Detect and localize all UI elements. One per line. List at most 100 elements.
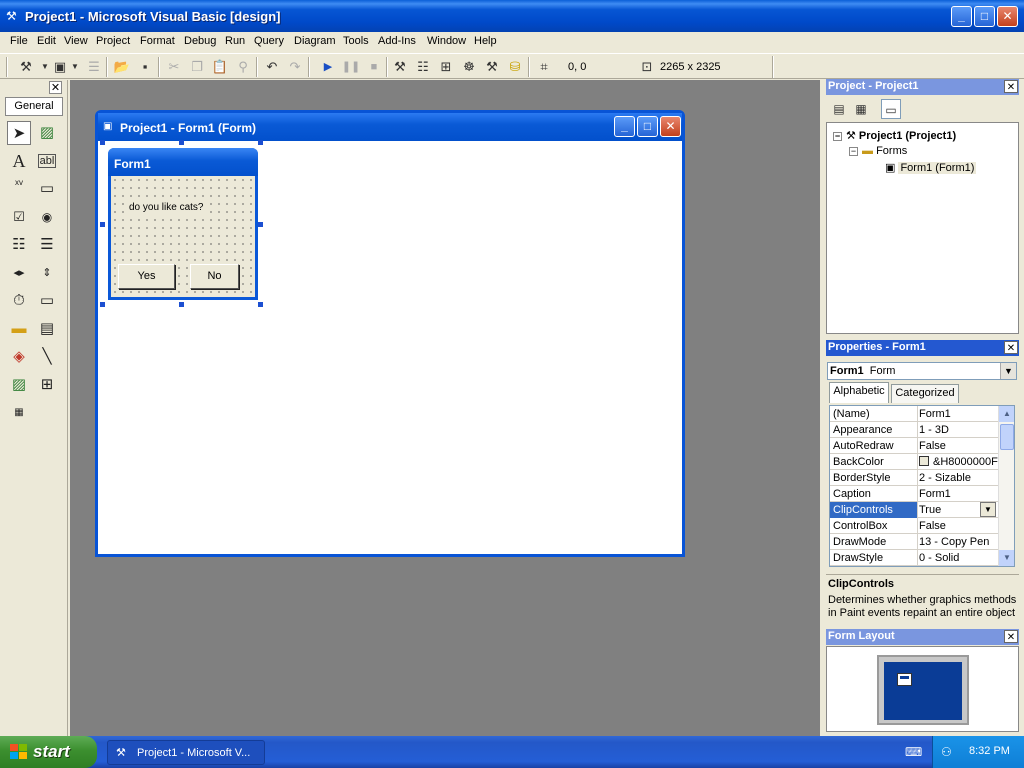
resize-handle[interactable] <box>179 302 184 307</box>
menu-view[interactable]: View <box>64 35 88 47</box>
project-explorer-title-bar[interactable]: Project - Project1 ✕ <box>826 79 1019 95</box>
resize-handle[interactable] <box>179 140 184 145</box>
find-icon[interactable]: ⚲ <box>233 57 253 77</box>
form-position-preview[interactable] <box>897 673 912 686</box>
drivelistbox-tool-icon[interactable]: ▭ <box>35 289 59 313</box>
open-folder-icon[interactable]: 📂 <box>112 57 132 77</box>
property-value[interactable]: 2 - Sizable <box>919 472 998 486</box>
pointer-tool-icon[interactable]: ➤ <box>7 121 31 145</box>
collapse-icon[interactable]: − <box>833 131 842 141</box>
chevron-down-icon[interactable]: ▼ <box>980 502 996 517</box>
title-bar[interactable]: ⚒ Project1 - Microsoft Visual Basic [des… <box>0 0 1024 32</box>
break-icon[interactable]: ❚❚ <box>341 57 361 77</box>
checkbox-tool-icon[interactable]: ☑ <box>7 205 31 229</box>
combobox-tool-icon[interactable]: ☷ <box>7 233 31 257</box>
collapse-icon[interactable]: − <box>849 146 858 156</box>
property-row[interactable]: AutoRedraw False <box>830 438 998 454</box>
yes-button[interactable]: Yes <box>118 264 175 289</box>
menu-editor-icon[interactable]: ☰ <box>84 57 104 77</box>
tab-alphabetic[interactable]: Alphabetic <box>829 382 889 403</box>
keyboard-icon[interactable]: ⌨ <box>905 745 922 759</box>
redo-icon[interactable]: ↷ <box>285 57 305 77</box>
form-layout-icon[interactable]: ⊞ <box>436 57 456 77</box>
menu-debug[interactable]: Debug <box>184 35 216 47</box>
ole-tool-icon[interactable]: ▦ <box>7 401 31 425</box>
dirlistbox-tool-icon[interactable]: ▬ <box>7 317 31 341</box>
menu-file[interactable]: File <box>10 35 28 47</box>
shape-tool-icon[interactable]: ◈ <box>7 345 31 369</box>
form1-title-bar[interactable]: Form1 <box>108 148 258 176</box>
save-icon[interactable]: ▪ <box>135 57 155 77</box>
start-button[interactable]: start <box>0 736 97 768</box>
property-value[interactable]: False <box>919 440 998 454</box>
toolbox-tab-general[interactable]: General <box>5 97 63 116</box>
object-selector[interactable]: Form1 Form ▼ <box>827 362 1017 380</box>
image-tool-icon[interactable]: ▨ <box>7 373 31 397</box>
property-row[interactable]: Appearance 1 - 3D <box>830 422 998 438</box>
view-code-icon[interactable]: ▤ <box>829 99 849 119</box>
frame-tool-icon[interactable]: xv <box>7 177 31 201</box>
form1-design-surface[interactable]: Form1 do you like cats? Yes No <box>108 148 258 300</box>
property-value[interactable]: False <box>919 520 998 534</box>
filelistbox-tool-icon[interactable]: ▤ <box>35 317 59 341</box>
property-value[interactable]: 0 - Solid <box>919 552 998 566</box>
vscrollbar-tool-icon[interactable]: ⇕ <box>35 261 59 285</box>
object-browser-icon[interactable]: ☸ <box>459 57 479 77</box>
network-icon[interactable]: ⚇ <box>941 745 952 759</box>
property-value[interactable]: Form1 <box>919 408 998 422</box>
project-explorer-close-button[interactable]: ✕ <box>1004 80 1018 93</box>
close-button[interactable]: ✕ <box>997 6 1018 27</box>
property-row[interactable]: DrawMode 13 - Copy Pen <box>830 534 998 550</box>
resize-handle[interactable] <box>100 222 105 227</box>
tab-categorized[interactable]: Categorized <box>891 384 959 403</box>
textbox-tool-icon[interactable]: abl <box>35 149 59 173</box>
paste-icon[interactable]: 📋 <box>210 57 230 77</box>
scroll-up-icon[interactable]: ▲ <box>999 406 1014 422</box>
designer-minimize-button[interactable]: _ <box>614 116 635 137</box>
line-tool-icon[interactable]: ╲ <box>35 345 59 369</box>
property-value[interactable]: 1 - 3D <box>919 424 998 438</box>
tree-form1-item[interactable]: ▣ Form1 (Form1) <box>885 161 977 174</box>
data-tool-icon[interactable]: ⊞ <box>35 373 59 397</box>
resize-handle[interactable] <box>100 140 105 145</box>
add-project-icon[interactable]: ⚒ <box>16 57 36 77</box>
property-row[interactable]: Caption Form1 <box>830 486 998 502</box>
resize-handle[interactable] <box>100 302 105 307</box>
designer-maximize-button[interactable]: □ <box>637 116 658 137</box>
toolbox-close-button[interactable]: ✕ <box>49 81 62 94</box>
cut-icon[interactable]: ✂ <box>164 57 184 77</box>
label-tool-icon[interactable]: A <box>7 149 31 173</box>
project-explorer-icon[interactable]: ⚒ <box>390 57 410 77</box>
optionbutton-tool-icon[interactable]: ◉ <box>35 205 59 229</box>
scroll-down-icon[interactable]: ▼ <box>999 550 1014 566</box>
timer-tool-icon[interactable]: ⏱ <box>7 289 31 313</box>
toggle-folders-icon[interactable]: ▭ <box>881 99 901 119</box>
menu-add-ins[interactable]: Add-Ins <box>378 35 416 47</box>
form-layout-title-bar[interactable]: Form Layout ✕ <box>826 629 1019 645</box>
properties-window-icon[interactable]: ☷ <box>413 57 433 77</box>
form-layout-close-button[interactable]: ✕ <box>1004 630 1018 643</box>
form-designer-title-bar[interactable]: ▣ Project1 - Form1 (Form) _ □ ✕ <box>98 113 682 141</box>
undo-icon[interactable]: ↶ <box>262 57 282 77</box>
view-object-icon[interactable]: ▦ <box>851 99 871 119</box>
menu-window[interactable]: Window <box>427 35 466 47</box>
form1-body[interactable]: do you like cats? Yes No <box>111 176 255 297</box>
listbox-tool-icon[interactable]: ☰ <box>35 233 59 257</box>
commandbutton-tool-icon[interactable]: ▭ <box>35 177 59 201</box>
property-value[interactable]: &H8000000F <box>919 456 998 470</box>
property-value[interactable]: 13 - Copy Pen <box>919 536 998 550</box>
menu-tools[interactable]: Tools <box>343 35 369 47</box>
menu-format[interactable]: Format <box>140 35 175 47</box>
scroll-thumb[interactable] <box>1000 424 1014 450</box>
resize-handle[interactable] <box>258 302 263 307</box>
menu-run[interactable]: Run <box>225 35 245 47</box>
toolbox-icon[interactable]: ⚒ <box>482 57 502 77</box>
resize-handle[interactable] <box>258 222 263 227</box>
dropdown-arrow-icon[interactable]: ▼ <box>65 57 85 77</box>
properties-title-bar[interactable]: Properties - Form1 ✕ <box>826 340 1019 356</box>
property-row[interactable]: BackColor &H8000000F <box>830 454 998 470</box>
picturebox-tool-icon[interactable]: ▨ <box>35 121 59 145</box>
property-row-selected[interactable]: ClipControls True ▼ <box>830 502 998 518</box>
menu-edit[interactable]: Edit <box>37 35 56 47</box>
copy-icon[interactable]: ❐ <box>187 57 207 77</box>
